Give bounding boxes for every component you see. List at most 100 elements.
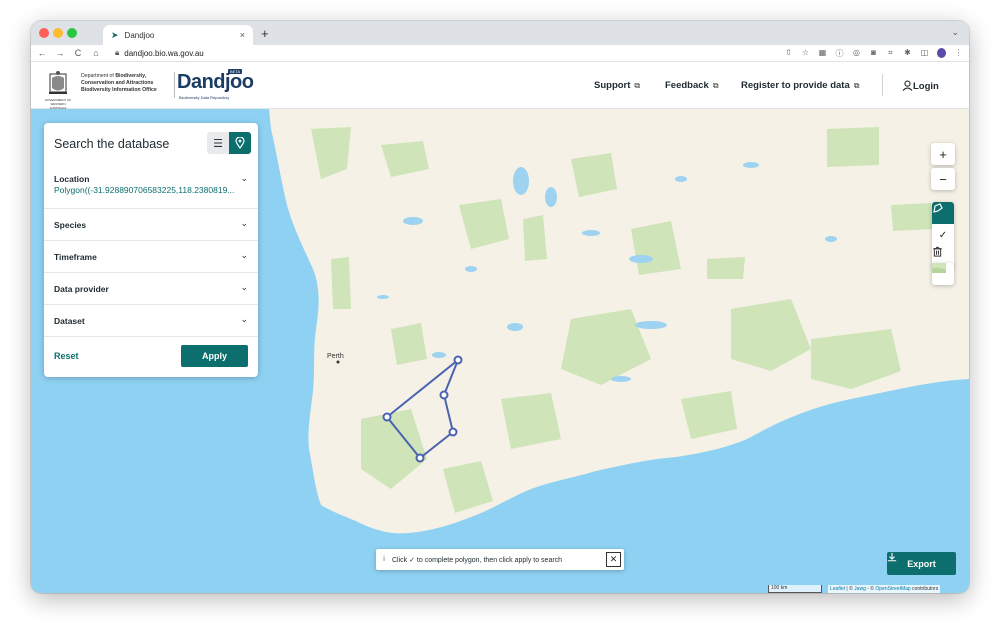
minimize-window-button[interactable] xyxy=(53,28,63,38)
chevron-down-icon: ⌄ xyxy=(240,250,248,260)
external-link-icon: ⧉ xyxy=(712,81,719,90)
species-section[interactable]: Species ⌄ xyxy=(44,209,258,241)
forward-button[interactable]: → xyxy=(53,48,67,58)
polygon-vertex[interactable] xyxy=(448,427,458,437)
location-value: Polygon((-31.928890706583225,118.2380819… xyxy=(54,185,235,195)
nav-feedback-label: Feedback xyxy=(665,80,709,91)
home-button[interactable]: ⌂ xyxy=(89,48,103,58)
nav-support-label: Support xyxy=(594,80,631,91)
osm-link[interactable]: OpenStreetMap xyxy=(875,586,910,592)
user-icon xyxy=(902,80,913,91)
attribution-sep2: - © xyxy=(865,586,876,592)
nav-divider xyxy=(882,74,883,96)
export-label: Export xyxy=(907,558,936,569)
dept-line1-prefix: Department of xyxy=(81,73,116,79)
polygon-vertex[interactable] xyxy=(382,412,392,422)
maximize-window-button[interactable] xyxy=(67,28,77,38)
extension-grid-icon[interactable]: ▦ xyxy=(818,48,827,59)
map-scale-bar: 100 km xyxy=(768,585,822,593)
tab-close-icon[interactable]: × xyxy=(240,30,245,40)
address-bar[interactable]: dandjoo.bio.wa.gov.au xyxy=(124,49,203,58)
tab-search-chevron-icon[interactable]: ⌄ xyxy=(951,27,959,38)
list-icon: ☰ xyxy=(213,137,223,150)
profile-avatar[interactable] xyxy=(937,48,946,58)
nav-register-label: Register to provide data xyxy=(741,80,850,91)
bookmark-star-icon[interactable]: ☆ xyxy=(801,48,810,59)
nav-feedback-link[interactable]: Feedback ⧉ xyxy=(665,80,719,91)
extension-crop-icon[interactable]: ⌗ xyxy=(886,48,895,59)
login-link[interactable]: Login xyxy=(902,80,939,92)
extension-info-icon[interactable]: ⓘ xyxy=(835,48,844,59)
data-provider-label: Data provider xyxy=(54,284,109,294)
location-pin-icon xyxy=(235,137,245,149)
layers-button[interactable] xyxy=(932,263,954,285)
beta-badge: BETA xyxy=(228,69,243,74)
tab-title: Dandjoo xyxy=(124,30,155,40)
panel-title: Search the database xyxy=(54,137,170,151)
polygon-vertex[interactable] xyxy=(415,453,425,463)
polygon-draw-icon xyxy=(933,203,943,213)
reload-button[interactable]: C xyxy=(71,48,85,58)
nav-register-link[interactable]: Register to provide data ⧉ xyxy=(741,80,859,91)
location-label: Location xyxy=(54,174,90,184)
layers-thumbnail-icon xyxy=(932,263,946,273)
draw-hint-text: Click ✓ to complete polygon, then click … xyxy=(392,556,563,564)
apply-button[interactable]: Apply xyxy=(181,345,248,367)
zoom-out-button[interactable]: − xyxy=(931,168,955,190)
bird-favicon-icon: ➤ xyxy=(111,29,119,40)
new-tab-button[interactable]: + xyxy=(261,26,269,41)
perth-marker xyxy=(336,360,340,364)
share-icon[interactable]: ⇧ xyxy=(784,48,793,59)
list-view-toggle[interactable]: ☰ xyxy=(207,132,229,154)
browser-window: ➤ Dandjoo × + ⌄ ← → C ⌂ 🔒︎ dandjoo.bio.w… xyxy=(31,21,969,593)
nav-support-link[interactable]: Support ⧉ xyxy=(594,80,640,91)
extension-camera-icon[interactable]: ◙ xyxy=(869,48,878,59)
data-provider-section[interactable]: Data provider ⌄ xyxy=(44,273,258,305)
dept-line3: Biodiversity Information Office xyxy=(81,86,157,93)
chevron-down-icon: ⌄ xyxy=(240,173,248,183)
dept-line1-bold: Biodiversity, xyxy=(115,73,147,79)
wa-government-crest-icon xyxy=(49,71,67,94)
polygon-vertex[interactable] xyxy=(439,390,449,400)
dataset-section[interactable]: Dataset ⌄ xyxy=(44,305,258,337)
finish-polygon-button[interactable]: ✓ xyxy=(932,224,954,246)
browser-toolbar: ← → C ⌂ 🔒︎ dandjoo.bio.wa.gov.au ⇧ ☆ ▦ ⓘ… xyxy=(31,45,969,62)
draw-toolbar: ✓ xyxy=(932,202,954,268)
polygon-vertex[interactable] xyxy=(453,355,463,365)
trash-icon xyxy=(933,246,942,257)
login-label: Login xyxy=(913,81,939,92)
map-view-toggle[interactable] xyxy=(229,132,251,154)
extension-circle-icon[interactable]: ◎ xyxy=(852,48,861,59)
lock-icon[interactable]: 🔒︎ xyxy=(115,48,119,58)
search-panel: Search the database ☰ Location Polygon((… xyxy=(44,123,258,377)
chevron-down-icon: ⌄ xyxy=(240,282,248,292)
sidebar-icon[interactable]: ◫ xyxy=(920,48,929,59)
chevron-down-icon: ⌄ xyxy=(240,314,248,324)
tab-dandjoo[interactable]: ➤ Dandjoo × xyxy=(103,25,253,45)
close-hint-button[interactable]: ✕ xyxy=(606,552,621,567)
dept-line2: Conservation and Attractions xyxy=(81,79,154,86)
brand-subtitle: Biodiversity Data Repository xyxy=(179,95,230,100)
species-label: Species xyxy=(54,220,87,230)
back-button[interactable]: ← xyxy=(35,48,49,58)
timeframe-label: Timeframe xyxy=(54,252,97,262)
dataset-label: Dataset xyxy=(54,316,85,326)
department-name: Department of Biodiversity, Conservation… xyxy=(81,73,157,93)
attribution-sep1: | © xyxy=(845,586,855,592)
zoom-in-button[interactable]: + xyxy=(931,143,955,165)
leaflet-link[interactable]: Leaflet xyxy=(830,586,845,592)
menu-kebab-icon[interactable]: ⋮ xyxy=(954,48,963,59)
extensions-puzzle-icon[interactable]: ✱ xyxy=(903,48,912,59)
close-window-button[interactable] xyxy=(39,28,49,38)
brand-logo[interactable]: Dandjoo xyxy=(177,71,254,94)
attribution-tail: contributors xyxy=(910,586,939,592)
jawg-link[interactable]: Jawg xyxy=(854,586,866,592)
timeframe-section[interactable]: Timeframe ⌄ xyxy=(44,241,258,273)
draw-polygon-button[interactable] xyxy=(932,202,954,224)
external-link-icon: ⧉ xyxy=(853,81,860,90)
reset-button[interactable]: Reset xyxy=(54,351,79,361)
export-button[interactable]: Export xyxy=(887,552,956,575)
location-section[interactable]: Location Polygon((-31.928890706583225,11… xyxy=(44,167,258,209)
perth-label: Perth xyxy=(327,353,344,360)
extension-icons: ⇧ ☆ ▦ ⓘ ◎ ◙ ⌗ ✱ ◫ ⋮ xyxy=(784,48,963,59)
